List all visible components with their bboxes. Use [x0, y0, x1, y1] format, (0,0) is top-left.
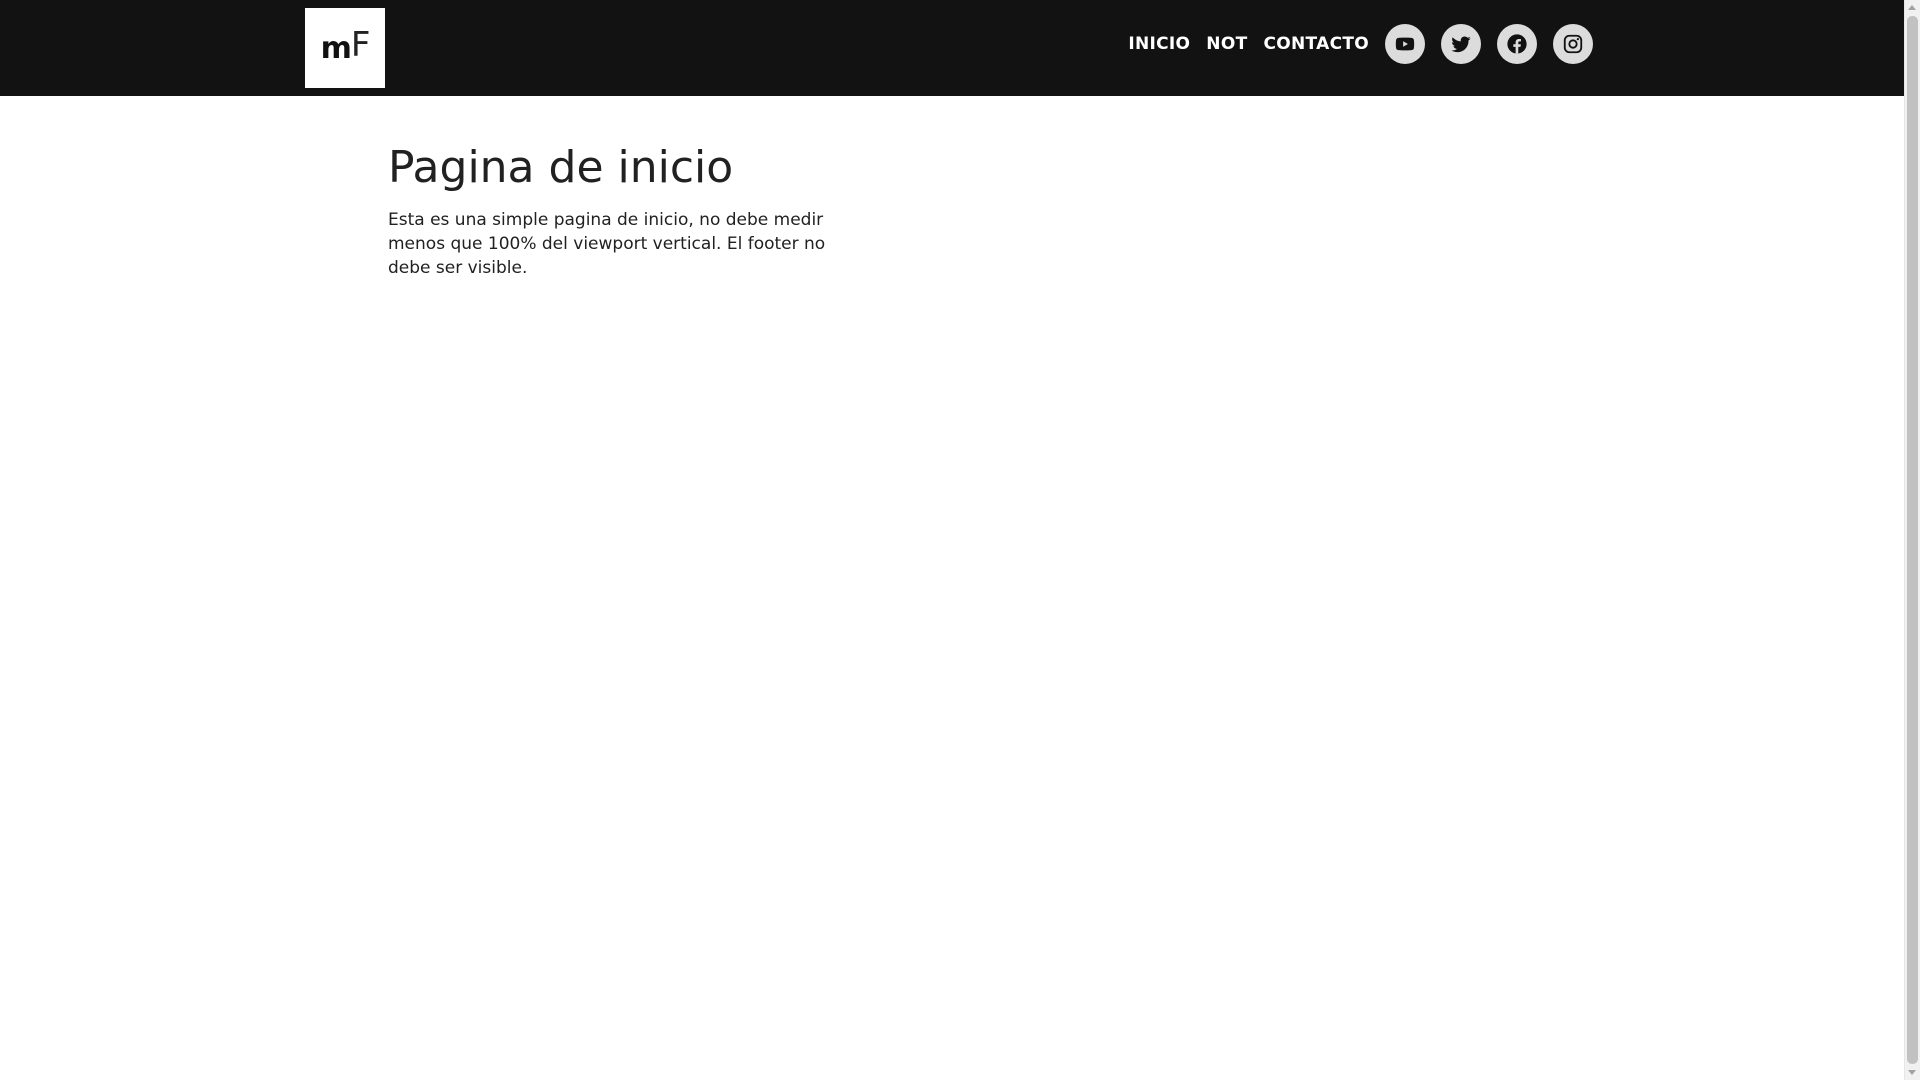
- twitter-button[interactable]: [1441, 24, 1481, 64]
- page: mF INICIO NOT CONTACTO Pagina de inicio …: [0, 0, 1920, 1080]
- navbar: mF INICIO NOT CONTACTO: [0, 0, 1905, 96]
- nav-link-contacto[interactable]: CONTACTO: [1263, 34, 1369, 54]
- instagram-icon: [1563, 34, 1583, 54]
- nav-menu: INICIO NOT CONTACTO: [1128, 24, 1593, 64]
- scrollbar-thumb[interactable]: [1907, 16, 1918, 1064]
- scroll-up-arrow-icon[interactable]: [1908, 5, 1916, 10]
- page-title: Pagina de inicio: [388, 142, 734, 193]
- instagram-button[interactable]: [1553, 24, 1593, 64]
- logo[interactable]: mF: [305, 8, 385, 88]
- logo-mark: mF: [320, 25, 371, 66]
- youtube-icon: [1395, 37, 1415, 51]
- nav-link-not[interactable]: NOT: [1206, 34, 1247, 54]
- youtube-button[interactable]: [1385, 24, 1425, 64]
- main-content: Pagina de inicio Esta es una simple pagi…: [388, 140, 828, 280]
- nav-link-inicio[interactable]: INICIO: [1128, 34, 1190, 54]
- facebook-button[interactable]: [1497, 24, 1537, 64]
- scroll-down-arrow-icon[interactable]: [1908, 1070, 1916, 1075]
- page-description: Esta es una simple pagina de inicio, no …: [388, 210, 826, 278]
- facebook-icon: [1507, 34, 1527, 54]
- twitter-icon: [1451, 36, 1471, 53]
- vertical-scrollbar[interactable]: [1904, 0, 1920, 1080]
